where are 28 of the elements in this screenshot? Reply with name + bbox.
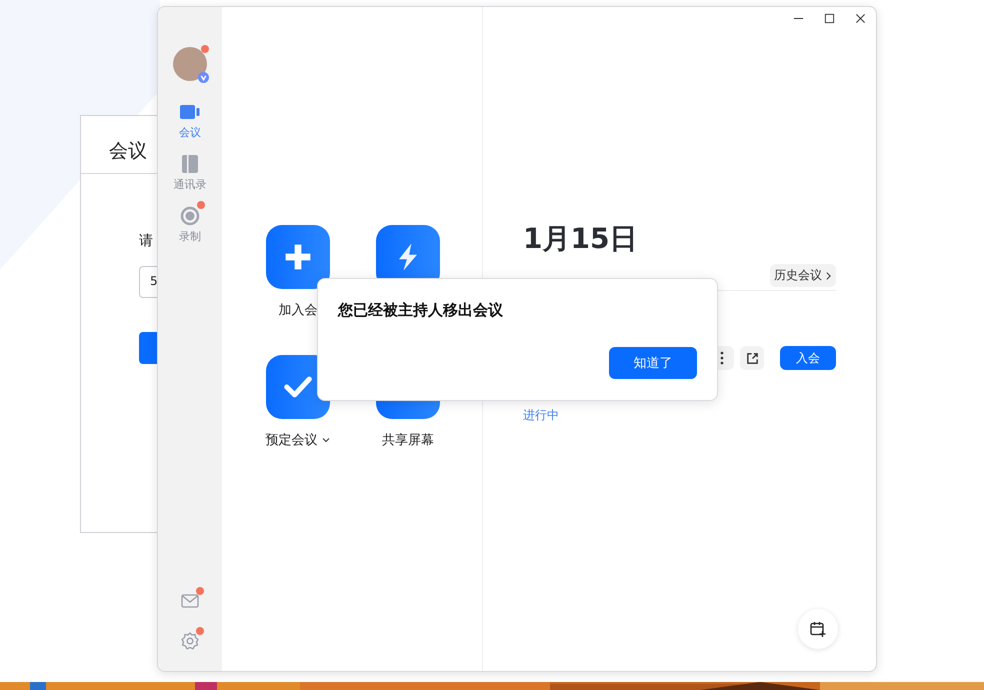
record-icon bbox=[179, 205, 201, 227]
window-title: 会议 bbox=[109, 140, 147, 162]
more-icon bbox=[720, 351, 724, 365]
action-label: 共享屏幕 bbox=[382, 432, 434, 449]
close-icon[interactable] bbox=[855, 13, 866, 24]
action-label: 加入会 bbox=[278, 302, 318, 319]
maximize-icon[interactable] bbox=[824, 13, 835, 24]
calendar-plus-icon bbox=[809, 620, 827, 638]
join-button[interactable]: 入会 bbox=[780, 346, 836, 370]
nav-item[interactable]: 会议 bbox=[179, 101, 201, 140]
external-link-icon bbox=[746, 352, 758, 364]
dialog-message: 您已经被主持人移出会议 bbox=[338, 301, 504, 320]
action-label: 预定会议 bbox=[266, 432, 318, 449]
meeting-status: 进行中 bbox=[523, 407, 560, 424]
nav-item[interactable]: 通讯录 bbox=[174, 153, 206, 192]
avatar[interactable] bbox=[173, 47, 207, 81]
add-schedule-button[interactable] bbox=[798, 609, 838, 649]
book-icon bbox=[179, 153, 201, 175]
date-heading: 1月15日 bbox=[523, 221, 638, 257]
nav-item[interactable]: 录制 bbox=[179, 205, 201, 244]
chevron-right-icon bbox=[825, 270, 832, 280]
caret-icon[interactable] bbox=[320, 435, 330, 445]
action-button[interactable] bbox=[266, 225, 330, 289]
settings-icon[interactable] bbox=[180, 631, 200, 651]
share-button[interactable] bbox=[740, 346, 764, 370]
history-button[interactable]: 历史会议 bbox=[770, 264, 836, 287]
confirm-button[interactable]: 知道了 bbox=[609, 347, 697, 379]
prompt-label: 请 bbox=[139, 232, 153, 250]
